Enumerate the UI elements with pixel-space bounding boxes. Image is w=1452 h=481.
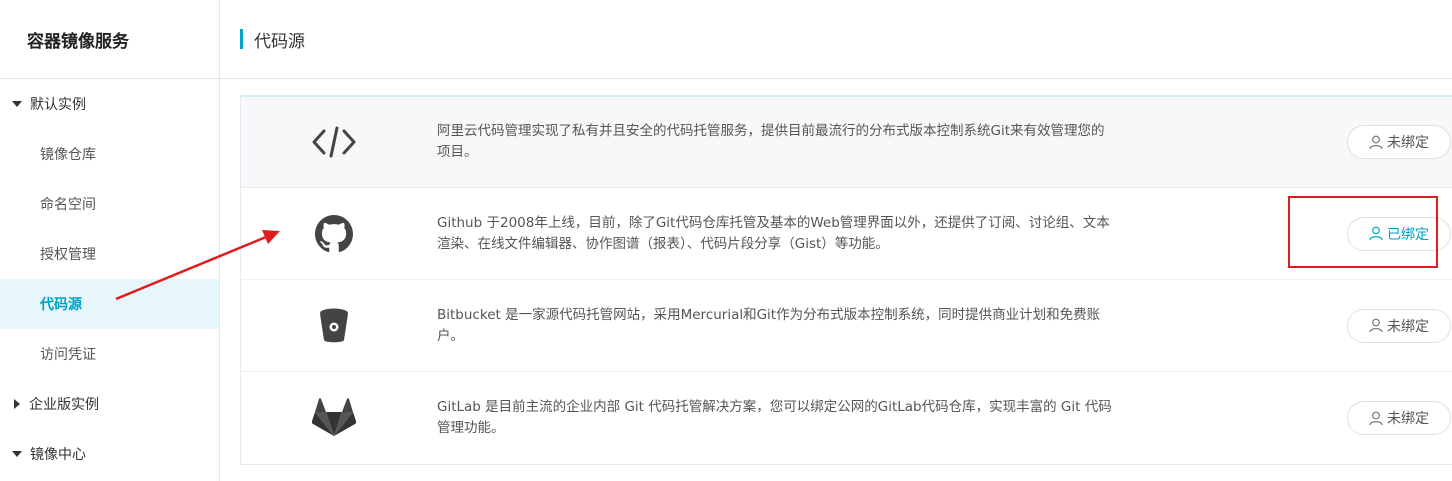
sidebar-item-image-repo[interactable]: 镜像仓库 bbox=[0, 129, 219, 179]
code-source-row-gitlab: GitLab 是目前主流的企业内部 Git 代码托管解决方案，您可以绑定公网的G… bbox=[241, 372, 1452, 464]
bind-button[interactable]: 未绑定 bbox=[1347, 401, 1451, 435]
bind-status-label: 已绑定 bbox=[1387, 226, 1429, 243]
nav-group-label: 镜像中心 bbox=[30, 447, 86, 463]
code-source-row-bitbucket: Bitbucket 是一家源代码托管网站，采用Mercurial和Git作为分布… bbox=[241, 280, 1452, 372]
user-icon bbox=[1369, 135, 1383, 149]
code-source-description: Github 于2008年上线，目前，除了Git代码仓库托管及基本的Web管理界… bbox=[437, 214, 1110, 252]
code-source-row-github: Github 于2008年上线，目前，除了Git代码仓库托管及基本的Web管理界… bbox=[241, 188, 1452, 280]
sidebar-item-authorization[interactable]: 授权管理 bbox=[0, 229, 219, 279]
bitbucket-icon bbox=[311, 303, 357, 349]
sidebar-item-label: 代码源 bbox=[40, 297, 82, 313]
main-content: 阿里云代码管理实现了私有并且安全的代码托管服务，提供目前最流行的分布式版本控制系… bbox=[220, 80, 1452, 481]
user-icon bbox=[1369, 226, 1383, 241]
nav-group-enterprise-instance[interactable]: 企业版实例 bbox=[0, 379, 219, 429]
sidebar-item-label: 授权管理 bbox=[40, 247, 96, 263]
nav-group-label: 企业版实例 bbox=[29, 397, 99, 413]
code-source-row-aliyun: 阿里云代码管理实现了私有并且安全的代码托管服务，提供目前最流行的分布式版本控制系… bbox=[241, 97, 1452, 188]
code-icon bbox=[311, 119, 357, 165]
user-icon bbox=[1369, 318, 1383, 333]
sidebar-item-access-credential[interactable]: 访问凭证 bbox=[0, 329, 219, 379]
caret-down-icon bbox=[12, 101, 22, 107]
bind-button[interactable]: 未绑定 bbox=[1347, 125, 1451, 159]
sidebar-title: 容器镜像服务 bbox=[27, 31, 129, 52]
code-source-description: Bitbucket 是一家源代码托管网站，采用Mercurial和Git作为分布… bbox=[437, 306, 1101, 344]
sidebar-header: 容器镜像服务 bbox=[0, 0, 219, 79]
page-header: 代码源 bbox=[220, 0, 1452, 79]
page-title: 代码源 bbox=[254, 31, 305, 52]
sidebar: 容器镜像服务 默认实例 镜像仓库 命名空间 授权管理 代码源 访问凭证 企业版实… bbox=[0, 0, 220, 481]
title-accent-bar bbox=[240, 29, 243, 49]
caret-right-icon bbox=[14, 399, 20, 409]
sidebar-item-namespace[interactable]: 命名空间 bbox=[0, 179, 219, 229]
github-icon bbox=[311, 211, 357, 257]
bind-button[interactable]: 已绑定 bbox=[1347, 216, 1451, 251]
code-source-description: 阿里云代码管理实现了私有并且安全的代码托管服务，提供目前最流行的分布式版本控制系… bbox=[437, 123, 1105, 160]
sidebar-item-code-source[interactable]: 代码源 bbox=[0, 279, 219, 329]
bind-status-label: 未绑定 bbox=[1387, 411, 1429, 427]
bind-button[interactable]: 未绑定 bbox=[1347, 308, 1451, 343]
bind-status-label: 未绑定 bbox=[1387, 135, 1429, 151]
nav-group-label: 默认实例 bbox=[30, 97, 86, 113]
gitlab-icon bbox=[311, 395, 357, 441]
user-icon bbox=[1369, 411, 1383, 425]
sidebar-item-label: 命名空间 bbox=[40, 197, 96, 213]
nav-group-default-instance[interactable]: 默认实例 bbox=[0, 79, 219, 129]
sidebar-item-label: 访问凭证 bbox=[40, 347, 96, 363]
code-source-description: GitLab 是目前主流的企业内部 Git 代码托管解决方案，您可以绑定公网的G… bbox=[437, 399, 1112, 436]
bind-status-label: 未绑定 bbox=[1387, 318, 1429, 335]
sidebar-item-label: 镜像仓库 bbox=[40, 147, 96, 163]
code-source-list: 阿里云代码管理实现了私有并且安全的代码托管服务，提供目前最流行的分布式版本控制系… bbox=[240, 95, 1452, 465]
caret-down-icon bbox=[12, 451, 22, 457]
nav-group-image-center[interactable]: 镜像中心 bbox=[0, 429, 219, 479]
